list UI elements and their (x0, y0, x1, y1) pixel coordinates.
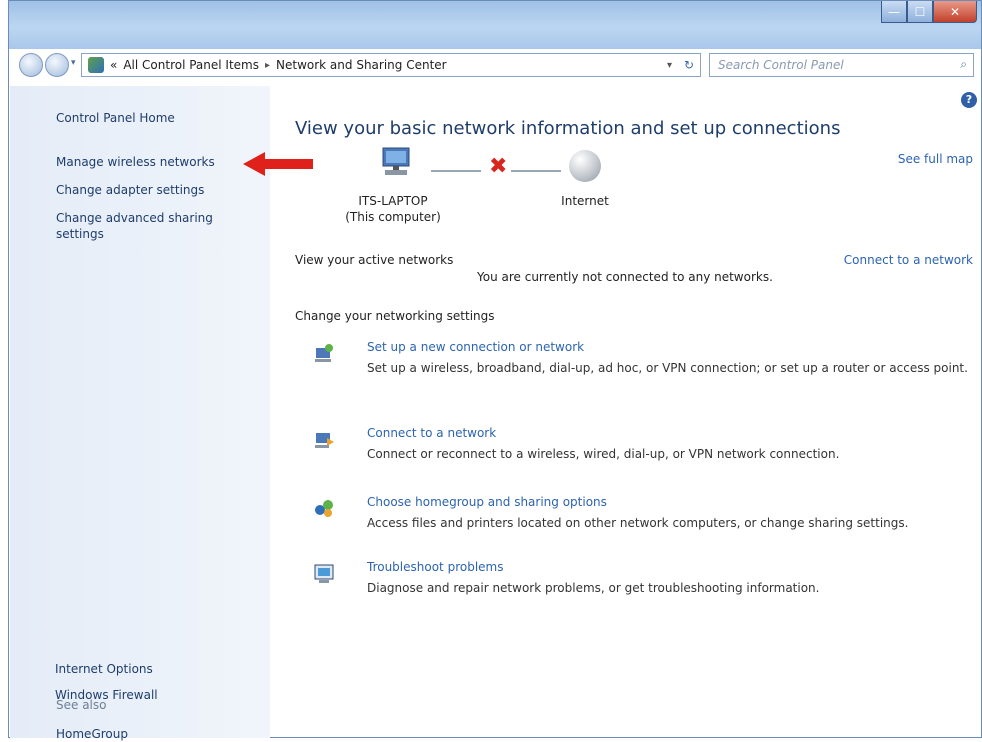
breadcrumb-overflow[interactable]: « (110, 58, 117, 72)
navigation-bar: ▾ « All Control Panel Items ▸ Network an… (19, 53, 974, 79)
connect-to-network-link[interactable]: Connect to a network (844, 253, 973, 267)
window-controls: — ☐ ✕ (881, 1, 977, 23)
refresh-icon[interactable]: ↻ (684, 58, 694, 72)
computer-name-label: ITS-LAPTOP (358, 194, 428, 208)
see-also-internet-options[interactable]: Internet Options (55, 661, 153, 677)
breadcrumb-all-items[interactable]: All Control Panel Items (123, 58, 259, 72)
address-dropdown-icon[interactable]: ▾ (667, 60, 672, 71)
connect-network-link[interactable]: Connect to a network (367, 426, 496, 440)
minimize-button[interactable]: — (881, 1, 907, 23)
active-networks-label: View your active networks (295, 253, 454, 267)
main-content: ? View your basic network information an… (271, 86, 981, 737)
title-bar: — ☐ ✕ (9, 1, 981, 49)
troubleshoot-icon (314, 564, 334, 583)
computer-sub-label: (This computer) (345, 210, 441, 224)
see-full-map-link[interactable]: See full map (898, 152, 973, 166)
connection-line-left (431, 170, 481, 172)
homegroup-desc: Access files and printers located on oth… (367, 516, 909, 530)
change-settings-label: Change your networking settings (295, 309, 495, 323)
setup-connection-desc: Set up a wireless, broadband, dial-up, a… (367, 361, 968, 375)
address-bar[interactable]: « All Control Panel Items ▸ Network and … (81, 53, 701, 77)
breadcrumb-network-center[interactable]: Network and Sharing Center (276, 58, 447, 72)
sidebar: Control Panel Home Manage wireless netwo… (10, 86, 270, 741)
setup-connection-link[interactable]: Set up a new connection or network (367, 340, 584, 354)
homegroup-icon (315, 500, 333, 517)
help-icon[interactable]: ? (961, 92, 977, 108)
not-connected-text: You are currently not connected to any n… (477, 270, 773, 284)
connection-line-right (511, 170, 561, 172)
breadcrumb-separator-icon[interactable]: ▸ (265, 60, 270, 71)
connect-network-icon (315, 433, 334, 448)
sidebar-advanced-sharing[interactable]: Change advanced sharing settings (56, 210, 213, 242)
troubleshoot-link[interactable]: Troubleshoot problems (367, 560, 503, 574)
disconnected-x-icon[interactable]: ✖ (489, 154, 507, 179)
network-sharing-center-window: — ☐ ✕ ▾ « All Control Panel Items ▸ Netw… (8, 0, 982, 741)
search-placeholder: Search Control Panel (718, 58, 844, 72)
sidebar-advanced-sharing-line2: settings (56, 227, 104, 241)
internet-label: Internet (561, 194, 609, 208)
sidebar-advanced-sharing-line1: Change advanced sharing (56, 211, 213, 225)
search-icon[interactable]: ⌕ (960, 57, 967, 72)
search-input[interactable]: Search Control Panel ⌕ (709, 53, 974, 77)
recent-pages-chevron-icon[interactable]: ▾ (71, 58, 76, 68)
connect-network-desc: Connect or reconnect to a wireless, wire… (367, 447, 840, 461)
back-button[interactable] (19, 53, 43, 77)
sidebar-change-adapter[interactable]: Change adapter settings (56, 182, 204, 198)
forward-button[interactable] (45, 53, 69, 77)
troubleshoot-desc: Diagnose and repair network problems, or… (367, 581, 820, 595)
new-connection-icon (315, 344, 333, 362)
see-also-windows-firewall[interactable]: Windows Firewall (55, 687, 158, 703)
sidebar-control-panel-home[interactable]: Control Panel Home (56, 110, 175, 126)
close-button[interactable]: ✕ (933, 1, 977, 23)
computer-icon (382, 147, 410, 175)
page-title: View your basic network information and … (295, 118, 841, 139)
sidebar-manage-wireless[interactable]: Manage wireless networks (56, 154, 215, 170)
control-panel-icon (88, 57, 104, 73)
internet-globe-icon (569, 150, 601, 182)
homegroup-link[interactable]: Choose homegroup and sharing options (367, 495, 607, 509)
maximize-button[interactable]: ☐ (907, 1, 933, 23)
